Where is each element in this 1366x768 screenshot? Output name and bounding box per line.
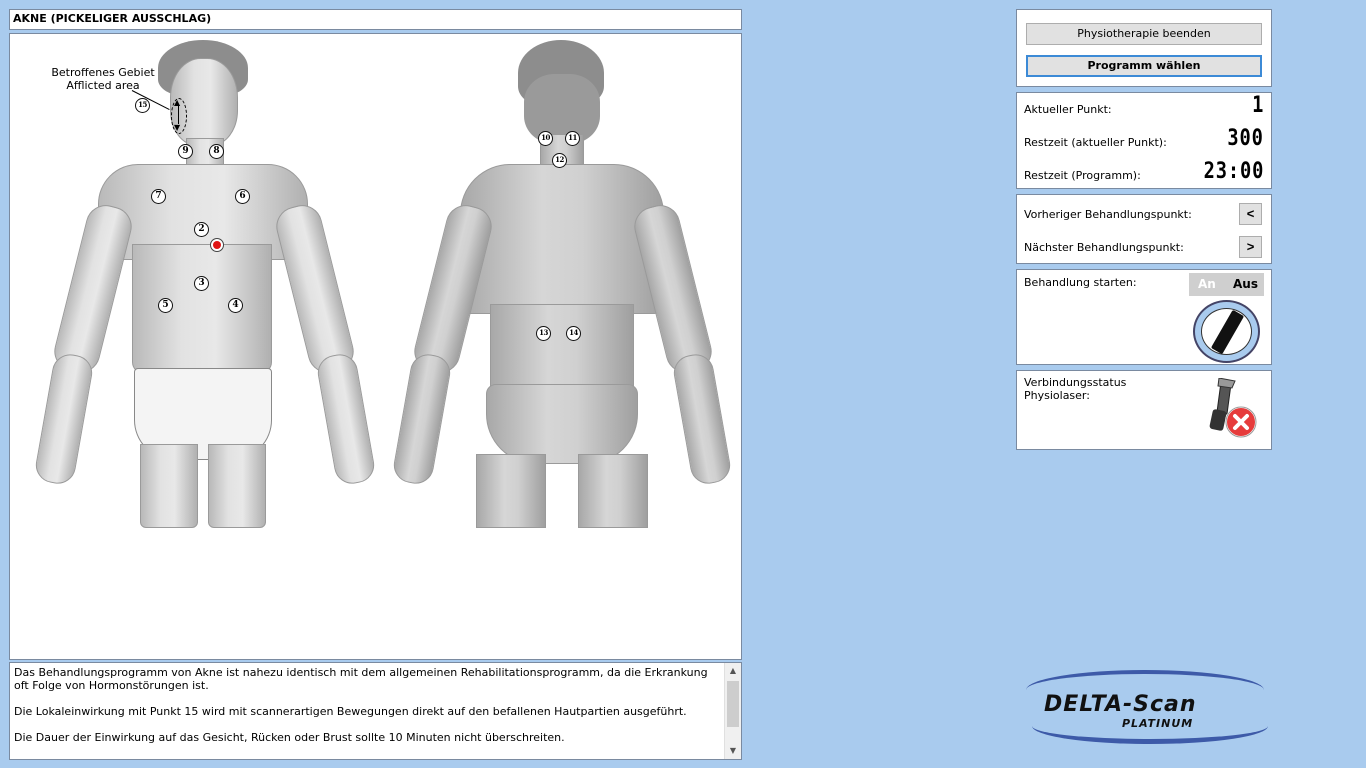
afflicted-area-label: Betroffenes Gebiet Afflicted area bbox=[51, 66, 155, 92]
connection-panel: Verbindungsstatus Physiolaser: bbox=[1016, 370, 1272, 450]
toggle-off-label[interactable]: Aus bbox=[1233, 277, 1258, 291]
current-point-value: 1 bbox=[1251, 93, 1264, 118]
treatment-point-4[interactable]: 4 bbox=[228, 298, 243, 313]
previous-point-label: Vorheriger Behandlungspunkt: bbox=[1024, 208, 1192, 221]
actions-panel: Physiotherapie beenden Programm wählen bbox=[1016, 9, 1272, 87]
body-diagram: Betroffenes Gebiet Afflicted area 15 9 8… bbox=[9, 33, 742, 660]
laser-disconnected-icon bbox=[1209, 378, 1257, 438]
point-navigation-panel: Vorheriger Behandlungspunkt: < Nächster … bbox=[1016, 194, 1272, 264]
choose-program-button[interactable]: Programm wählen bbox=[1026, 55, 1262, 77]
end-physiotherapy-button[interactable]: Physiotherapie beenden bbox=[1026, 23, 1262, 45]
treatment-point-2[interactable]: 2 bbox=[194, 222, 209, 237]
description-paragraph: Die Dauer der Einwirkung auf das Gesicht… bbox=[14, 731, 565, 744]
treatment-panel: Behandlung starten: An Aus bbox=[1016, 269, 1272, 365]
status-panel: Aktueller Punkt: 1 Restzeit (aktueller P… bbox=[1016, 92, 1272, 189]
toggle-on-label[interactable]: An bbox=[1198, 277, 1216, 291]
program-title: AKNE (PICKELIGER AUSSCHLAG) bbox=[9, 9, 742, 30]
next-point-button[interactable]: > bbox=[1239, 236, 1262, 258]
scroll-up-icon[interactable]: ▲ bbox=[725, 663, 741, 679]
treatment-point-12[interactable]: 12 bbox=[552, 153, 567, 168]
treatment-point-7[interactable]: 7 bbox=[151, 189, 166, 204]
description-paragraph: Die Lokaleinwirkung mit Punkt 15 wird mi… bbox=[14, 705, 687, 718]
program-description: Das Behandlungsprogramm von Akne ist nah… bbox=[9, 662, 742, 760]
treatment-point-9[interactable]: 9 bbox=[178, 144, 193, 159]
remaining-point-time-value: 300 bbox=[1227, 126, 1264, 151]
description-scrollbar[interactable]: ▲ ▼ bbox=[724, 663, 741, 759]
treatment-on-off-toggle[interactable]: An Aus bbox=[1189, 273, 1264, 296]
start-treatment-label: Behandlung starten: bbox=[1024, 276, 1137, 289]
treatment-knob-icon[interactable] bbox=[1193, 300, 1260, 363]
remaining-program-time-value: 23:00 bbox=[1203, 159, 1264, 184]
treatment-point-13[interactable]: 13 bbox=[536, 326, 551, 341]
treatment-point-5[interactable]: 5 bbox=[158, 298, 173, 313]
remaining-program-time-label: Restzeit (Programm): bbox=[1024, 169, 1141, 182]
treatment-point-15[interactable]: 15 bbox=[135, 98, 150, 113]
current-point-label: Aktueller Punkt: bbox=[1024, 103, 1112, 116]
next-point-label: Nächster Behandlungspunkt: bbox=[1024, 241, 1184, 254]
treatment-point-6[interactable]: 6 bbox=[235, 189, 250, 204]
remaining-point-time-label: Restzeit (aktueller Punkt): bbox=[1024, 136, 1167, 149]
treatment-point-10[interactable]: 10 bbox=[538, 131, 553, 146]
scan-direction-arrow-icon bbox=[174, 98, 180, 132]
treatment-point-14[interactable]: 14 bbox=[566, 326, 581, 341]
scroll-thumb[interactable] bbox=[727, 681, 739, 727]
scroll-down-icon[interactable]: ▼ bbox=[725, 743, 741, 759]
treatment-point-8[interactable]: 8 bbox=[209, 144, 224, 159]
delta-scan-logo: DELTA-Scan PLATINUM bbox=[1022, 668, 1268, 746]
active-treatment-point[interactable] bbox=[210, 238, 224, 252]
treatment-point-3[interactable]: 3 bbox=[194, 276, 209, 291]
treatment-point-11[interactable]: 11 bbox=[565, 131, 580, 146]
previous-point-button[interactable]: < bbox=[1239, 203, 1262, 225]
description-paragraph: Das Behandlungsprogramm von Akne ist nah… bbox=[14, 666, 708, 692]
